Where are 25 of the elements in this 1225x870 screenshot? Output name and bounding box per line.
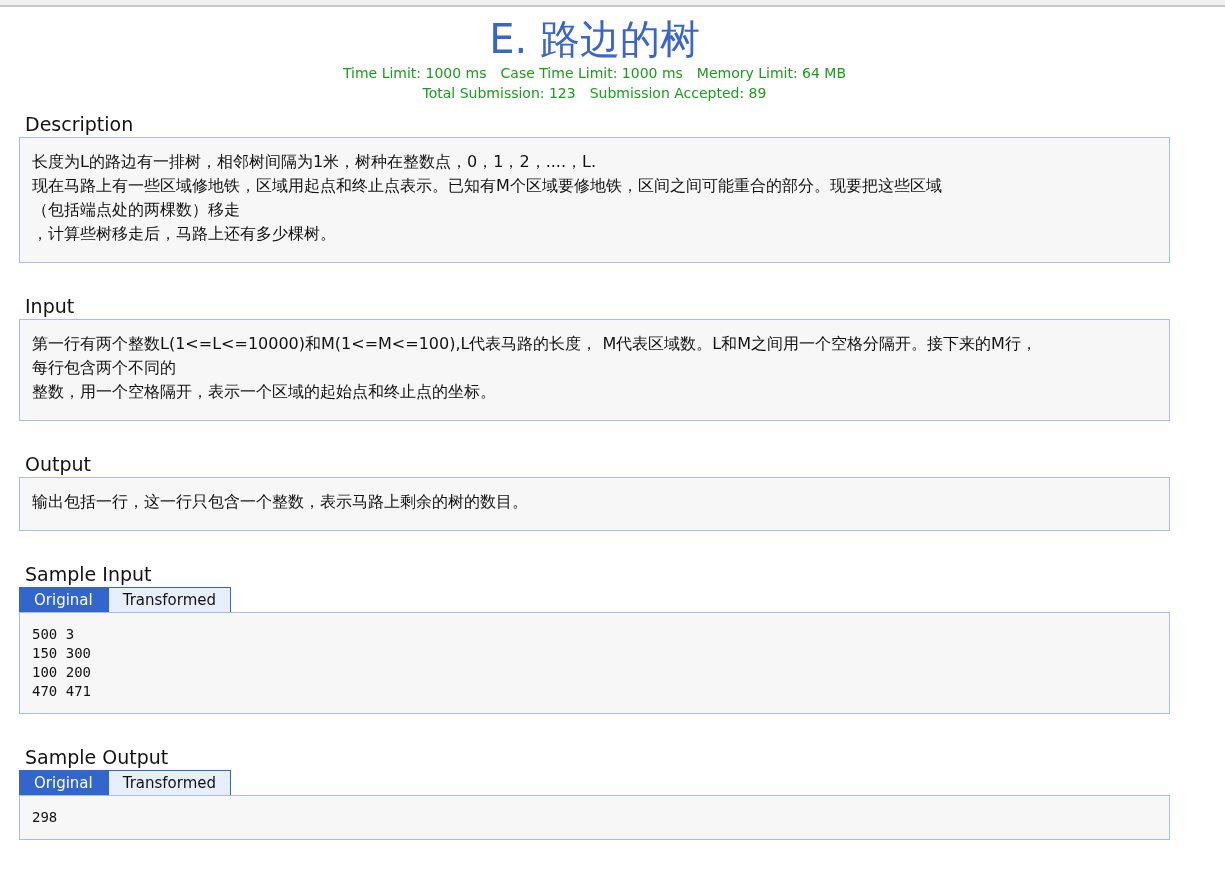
problem-title: E. 路边的树 (488, 15, 701, 63)
section-heading: Description (25, 112, 135, 137)
sample-code: 500 3 150 300 100 200 470 471 (32, 625, 92, 701)
stat-text: Total Submission: 123 (422, 84, 576, 103)
section-heading: Sample Output (25, 745, 170, 770)
section-heading: Sample Input (25, 562, 153, 587)
body-line: （包括端点处的两棵数）移走 (32, 199, 241, 221)
section-heading: Output (25, 452, 92, 477)
sample-tab[interactable]: Transformed (107, 770, 232, 795)
body-line: 每行包含两个不同的 (32, 357, 177, 379)
sample-code: 298 (32, 808, 59, 827)
body-line: 第一行有两个整数L(1<=L<=10000)和M(1<=M<=100),L代表马路的长度， M代表区域数。L和M之间用一个空格分隔开。接下来的M行， (32, 333, 1038, 355)
sample-tab[interactable]: Original (19, 587, 108, 612)
body-line: 整数，用一个空格隔开，表示一个区域的起始点和终止点的坐标。 (32, 381, 497, 403)
body-line: ，计算些树移走后，马路上还有多少棵树。 (32, 223, 337, 245)
section-heading: Input (25, 294, 76, 319)
body-line: 现在马路上有一些区域修地铁，区域用起点和终止点表示。已知有M个区域要修地铁，区间之间可能重合的部分。现要把这些区域 (32, 175, 943, 197)
limit-text: Memory Limit: 64 MB (696, 64, 847, 83)
limit-text: Time Limit: 1000 ms (342, 64, 487, 83)
body-line: 长度为L的路边有一排树，相邻树间隔为1米，树种在整数点，0，1，2，....，L. (32, 151, 597, 173)
stat-text: Submission Accepted: 89 (589, 84, 767, 103)
sample-tab[interactable]: Transformed (107, 587, 232, 612)
sample-tab[interactable]: Original (19, 770, 108, 795)
limit-text: Case Time Limit: 1000 ms (500, 64, 683, 83)
body-line: 输出包括一行，这一行只包含一个整数，表示马路上剩余的树的数目。 (32, 491, 529, 513)
